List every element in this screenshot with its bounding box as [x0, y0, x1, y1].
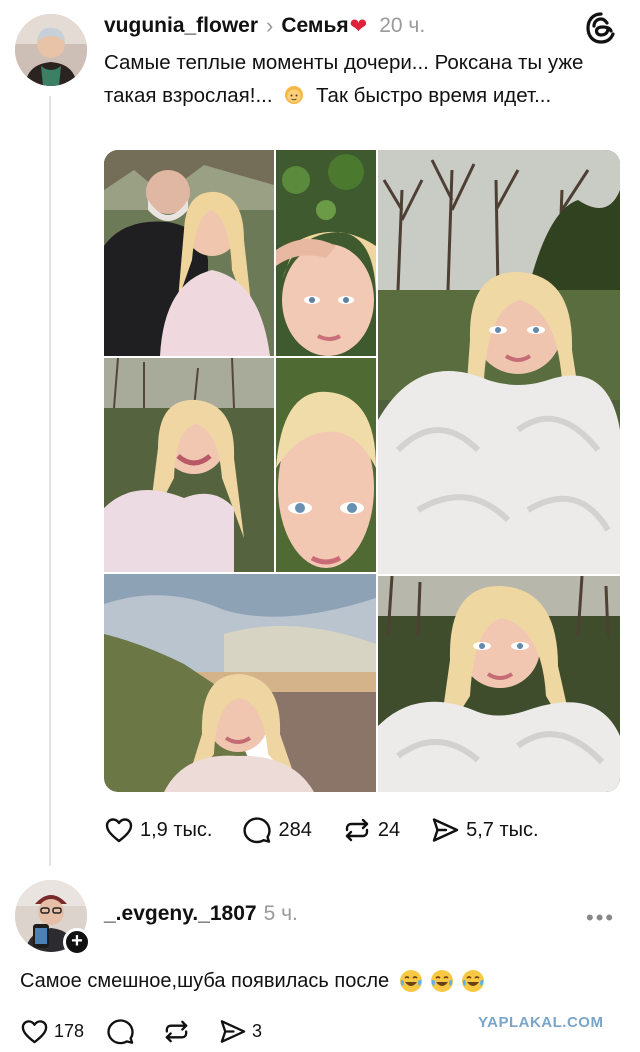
- comment-body-text: Самое смешное,шуба появилась после: [20, 968, 486, 994]
- repost-icon: [345, 818, 369, 842]
- comment-like-button[interactable]: 178: [20, 1017, 84, 1046]
- chevron-right-icon: ›: [266, 13, 274, 38]
- photo-fur-coat-large[interactable]: [378, 150, 620, 574]
- post-timestamp: 20 ч.: [379, 14, 426, 37]
- photo-collage[interactable]: [104, 150, 620, 792]
- post-header: vugunia_flower › Семья ❤ 20 ч.: [104, 12, 425, 40]
- heart-icon: [105, 818, 133, 843]
- comment-share-button[interactable]: 3: [218, 1017, 262, 1046]
- post-text-part2: Так быстро время идет...: [315, 84, 552, 107]
- comment-share-count: 3: [252, 1020, 263, 1041]
- comment-action-bar: 178 3: [20, 1014, 284, 1048]
- more-options-icon[interactable]: •••: [586, 905, 615, 931]
- comment-text: Самое смешное,шуба появилась после: [20, 969, 390, 992]
- photo-fur-coat-2[interactable]: [378, 576, 620, 792]
- avatar-portrait-icon: [15, 14, 87, 86]
- tears-of-joy-emoji-icon: [398, 968, 424, 994]
- post-username[interactable]: vugunia_flower: [104, 14, 258, 38]
- heart-emoji-icon: ❤: [349, 14, 368, 38]
- share-count: 5,7 тыс.: [466, 818, 539, 841]
- comment-like-count: 178: [54, 1020, 85, 1041]
- comment-timestamp: 5 ч.: [263, 902, 298, 925]
- photo-face-closeup-2[interactable]: [276, 358, 376, 572]
- like-button[interactable]: 1,9 тыс.: [104, 815, 212, 845]
- reply-button[interactable]: 284: [242, 815, 312, 845]
- reply-count: 284: [278, 818, 312, 841]
- user-avatar[interactable]: [15, 14, 87, 86]
- community-tag[interactable]: Семья: [281, 14, 348, 38]
- comment-username[interactable]: _.evgeny._1807: [104, 902, 257, 926]
- heart-icon: [21, 1019, 48, 1043]
- follow-plus-button[interactable]: +: [63, 928, 91, 956]
- photo-smiling-selfie[interactable]: [104, 358, 274, 572]
- comment-bubble-icon: [243, 817, 272, 844]
- share-button[interactable]: 5,7 тыс.: [430, 815, 539, 845]
- comment-reply-button[interactable]: [106, 1017, 140, 1046]
- photo-man-and-woman[interactable]: [104, 150, 274, 356]
- comment-bubble-icon: [107, 1018, 134, 1044]
- repost-icon: [165, 1020, 188, 1042]
- post-body-text: Самые теплые моменты дочери... Роксана т…: [104, 46, 624, 112]
- comment-repost-button[interactable]: [162, 1017, 196, 1046]
- send-icon: [220, 1019, 246, 1043]
- tears-of-joy-emoji-icon: [460, 968, 486, 994]
- photo-face-close[interactable]: [276, 150, 376, 356]
- photo-seaside[interactable]: [104, 574, 376, 792]
- person-blond-emoji-icon: [282, 82, 306, 106]
- post-action-bar: 1,9 тыс. 284 24 5,7 тыс.: [104, 812, 569, 848]
- tears-of-joy-emoji-icon: [429, 968, 455, 994]
- repost-button[interactable]: 24: [342, 815, 400, 845]
- like-count: 1,9 тыс.: [140, 818, 213, 841]
- comment-header: _.evgeny._1807 5 ч.: [104, 902, 298, 926]
- send-icon: [432, 818, 459, 842]
- thread-connector-line: [49, 96, 51, 866]
- threads-logo-icon[interactable]: [584, 11, 618, 45]
- site-watermark: YAPLAKAL.COM: [478, 1014, 604, 1031]
- repost-count: 24: [377, 818, 401, 841]
